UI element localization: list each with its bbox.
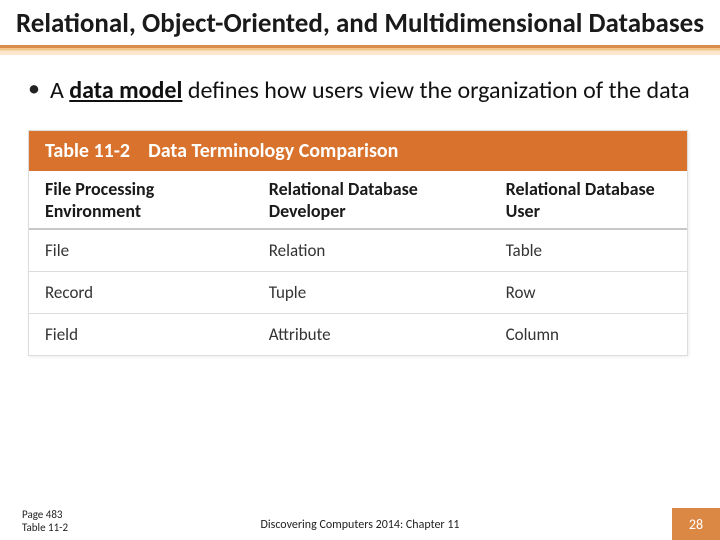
table-cell: Tuple [253,272,490,314]
table-cell: Field [29,314,253,356]
slide-title: Relational, Object-Oriented, and Multidi… [16,8,704,39]
column-header: Relational Database User [490,171,687,229]
table-cell: Attribute [253,314,490,356]
comparison-table: Table 11-2 Data Terminology Comparison F… [28,130,688,356]
table-cell: Table [490,229,687,272]
table-cell: Column [490,314,687,356]
footer-center: Discovering Computers 2014: Chapter 11 [0,518,720,532]
table-header-bar: Table 11-2 Data Terminology Comparison [29,131,687,171]
table-row: File Relation Table [29,229,687,272]
table-title: Data Terminology Comparison [148,139,398,163]
slide-number: 28 [672,508,720,540]
bullet-marker: • [28,75,40,104]
bullet-rest: defines how users view the organization … [182,76,689,105]
slide-body: • A data model defines how users view th… [0,55,720,356]
column-header: Relational Database Developer [253,171,490,229]
table-row: Field Attribute Column [29,314,687,356]
table-cell: Relation [253,229,490,272]
table-header-row: File Processing Environment Relational D… [29,171,687,229]
slide-title-block: Relational, Object-Oriented, and Multidi… [0,0,720,43]
bullet-text: A data model defines how users view the … [50,75,690,106]
title-rule [0,45,720,55]
data-table: File Processing Environment Relational D… [29,171,687,355]
table-cell: Row [490,272,687,314]
table-number: Table 11-2 [45,139,130,163]
slide-footer: Page 483 Table 11-2 Discovering Computer… [0,500,720,540]
bullet-term: data model [69,76,182,105]
table-row: Record Tuple Row [29,272,687,314]
table-cell: File [29,229,253,272]
column-header: File Processing Environment [29,171,253,229]
table-cell: Record [29,272,253,314]
bullet-prefix: A [50,76,69,105]
bullet-item: • A data model defines how users view th… [28,75,696,106]
